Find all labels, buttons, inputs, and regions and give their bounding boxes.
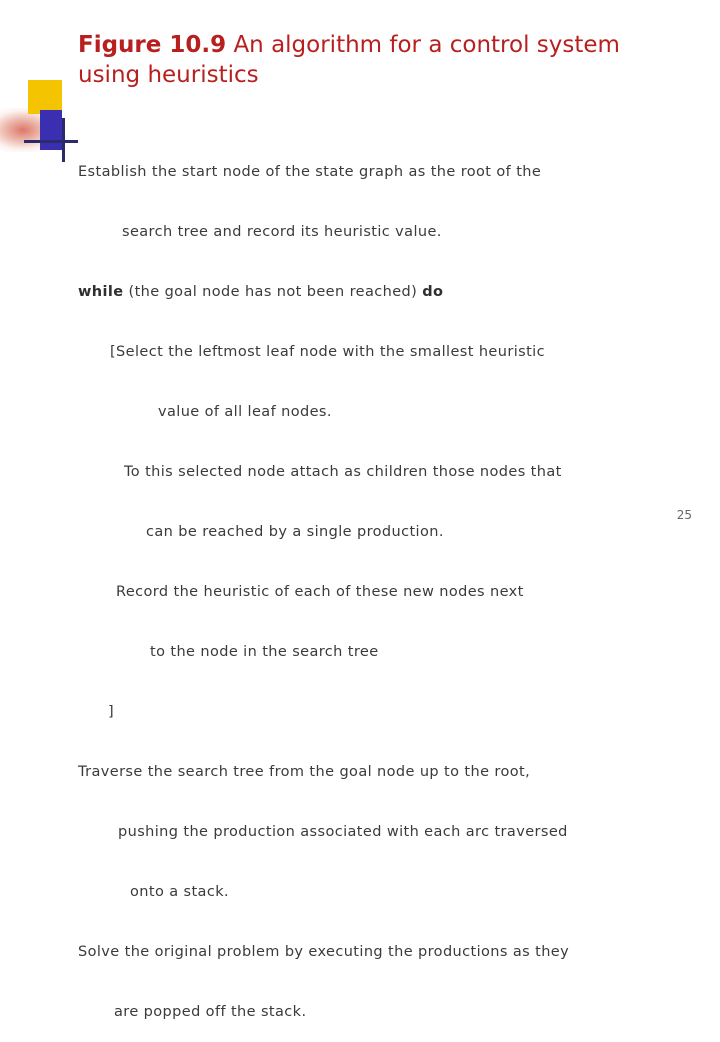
ornament-blue-rect bbox=[40, 110, 62, 150]
algorithm-line: value of all leaf nodes. bbox=[158, 404, 332, 420]
ornament-vertical-line bbox=[62, 118, 65, 162]
ornament-yellow-square bbox=[28, 80, 62, 114]
algorithm-line: Record the heuristic of each of these ne… bbox=[116, 584, 524, 600]
algorithm-line: pushing the production associated with e… bbox=[118, 824, 568, 840]
keyword-while: while bbox=[78, 284, 124, 300]
algorithm-line: [Select the leftmost leaf node with the … bbox=[110, 344, 545, 360]
algorithm-line: are popped off the stack. bbox=[114, 1004, 307, 1020]
algorithm-line: To this selected node attach as children… bbox=[124, 464, 562, 480]
ornament-horizontal-line bbox=[24, 140, 78, 143]
algorithm-line: onto a stack. bbox=[130, 884, 230, 900]
keyword-do: do bbox=[422, 284, 444, 300]
algorithm-line: Solve the original problem by executing … bbox=[78, 944, 570, 960]
algorithm-line: Establish the start node of the state gr… bbox=[78, 164, 542, 180]
algorithm-line: search tree and record its heuristic val… bbox=[122, 224, 442, 240]
while-condition: (the goal node has not been reached) bbox=[123, 284, 423, 300]
figure-label: Figure 10.9 bbox=[78, 32, 227, 58]
algorithm-line: to the node in the search tree bbox=[150, 644, 379, 660]
algorithm-line-close-bracket: ] bbox=[108, 704, 115, 720]
algorithm-line: Traverse the search tree from the goal n… bbox=[78, 764, 531, 780]
page-number: 25 bbox=[676, 508, 692, 522]
algorithm-block: Establish the start node of the state gr… bbox=[78, 122, 658, 1042]
slide-ornament bbox=[0, 58, 80, 168]
algorithm-line: can be reached by a single production. bbox=[146, 524, 444, 540]
algorithm-line-while: while (the goal node has not been reache… bbox=[78, 282, 658, 302]
slide-title: Figure 10.9 An algorithm for a control s… bbox=[78, 30, 678, 90]
